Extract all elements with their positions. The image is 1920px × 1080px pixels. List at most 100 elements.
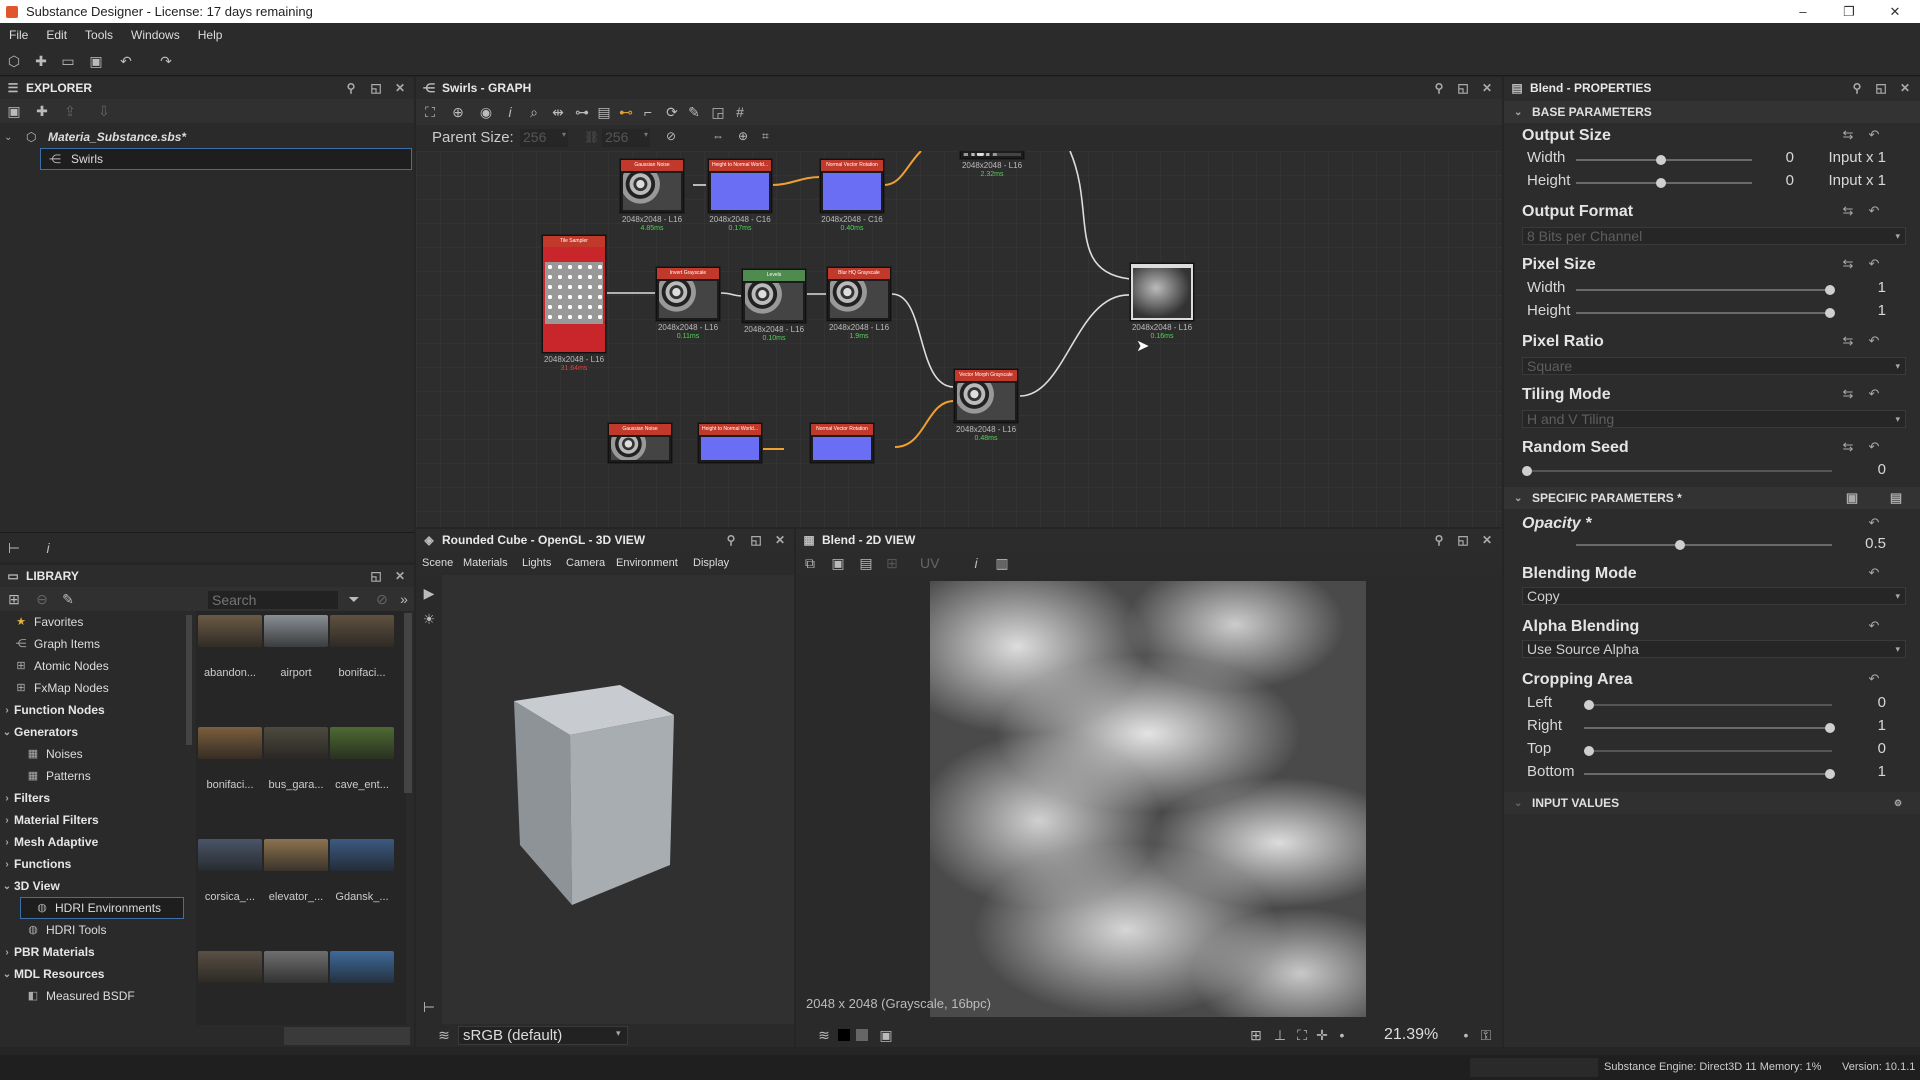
reset-icon[interactable]: ↶ bbox=[1866, 565, 1882, 581]
opacity-knob[interactable] bbox=[1675, 540, 1685, 550]
zoom-level[interactable]: 21.39% bbox=[1384, 1026, 1438, 1044]
close-icon[interactable]: ✕ bbox=[1480, 81, 1494, 95]
menu-windows[interactable]: Windows bbox=[122, 28, 189, 42]
new-graph-icon[interactable]: ✚ bbox=[34, 103, 50, 119]
collapse-arrow-icon[interactable]: ⌄ bbox=[0, 881, 14, 892]
inherit-icon[interactable]: ⇆ bbox=[1840, 127, 1856, 143]
output-height-value[interactable]: 0 bbox=[1774, 172, 1794, 189]
close-icon[interactable]: ✕ bbox=[773, 533, 787, 547]
collapse-arrow-icon[interactable]: ⌄ bbox=[0, 727, 14, 738]
inherit-icon[interactable]: ⇆ bbox=[1840, 386, 1856, 402]
remove-icon[interactable]: ⊖ bbox=[34, 591, 50, 607]
reset-icon[interactable]: ↶ bbox=[1866, 203, 1882, 219]
library-category-pbr-materials[interactable]: › PBR Materials bbox=[0, 941, 190, 963]
hdri-thumbnail[interactable] bbox=[198, 727, 262, 759]
tiling-mode-select[interactable]: H and V Tiling ▾ bbox=[1522, 410, 1906, 428]
orthogonal-link-icon[interactable]: ⌐ bbox=[640, 104, 656, 120]
expand-arrow-icon[interactable]: › bbox=[0, 815, 14, 826]
link-icon[interactable]: ⛓ bbox=[584, 130, 599, 144]
expand-arrow-icon[interactable]: › bbox=[0, 705, 14, 716]
pixel-width-slider[interactable] bbox=[1576, 289, 1832, 291]
graph-node[interactable]: Invert Grayscale bbox=[656, 267, 720, 321]
info-icon[interactable]: i bbox=[40, 540, 56, 556]
opacity-slider[interactable] bbox=[1576, 544, 1832, 546]
hdri-thumbnail[interactable] bbox=[264, 839, 328, 871]
pan-icon[interactable]: ✛ bbox=[1314, 1027, 1330, 1043]
graph-node[interactable]: Tile Sampler bbox=[542, 235, 606, 353]
library-category-measured-bsdf[interactable]: ◧ Measured BSDF bbox=[0, 985, 190, 1007]
reset-icon[interactable]: ⊘ bbox=[666, 129, 676, 143]
crop-left-slider[interactable] bbox=[1584, 704, 1832, 706]
graph-node[interactable] bbox=[960, 151, 1024, 159]
close-icon[interactable]: ✕ bbox=[393, 81, 407, 95]
reset-icon[interactable]: ↶ bbox=[1866, 439, 1882, 455]
link-style-icon[interactable]: ⊷ bbox=[618, 104, 634, 120]
pixel-width-value[interactable]: 1 bbox=[1850, 279, 1886, 296]
library-category-hdri-tools[interactable]: ◍ HDRI Tools bbox=[0, 919, 190, 941]
graph-node[interactable]: Blur HQ Grayscale bbox=[827, 267, 891, 321]
add-folder-icon[interactable]: ⊞ bbox=[6, 591, 22, 607]
pixel-height-slider[interactable] bbox=[1576, 312, 1832, 314]
crop-right-knob[interactable] bbox=[1825, 723, 1835, 733]
colorspace-select[interactable]: sRGB (default) bbox=[458, 1026, 628, 1045]
pixel-height-value[interactable]: 1 bbox=[1850, 302, 1886, 319]
new-graph-icon[interactable]: ✚ bbox=[33, 53, 49, 69]
edit-icon[interactable]: ✎ bbox=[60, 591, 76, 607]
save-image-icon[interactable]: ▣ bbox=[830, 555, 846, 571]
preset-icon[interactable]: ▣ bbox=[1844, 490, 1860, 506]
crop-top-slider[interactable] bbox=[1584, 750, 1832, 752]
uv-toggle[interactable]: UV bbox=[920, 555, 939, 571]
hdri-thumbnail[interactable] bbox=[330, 727, 394, 759]
library-category-3d-view[interactable]: ⌄ 3D View bbox=[0, 875, 190, 897]
random-seed-slider[interactable] bbox=[1522, 470, 1832, 472]
histogram-icon[interactable]: ▥ bbox=[994, 555, 1010, 571]
pin-icon[interactable]: ⚲ bbox=[724, 533, 738, 547]
import-icon[interactable]: ⇪ bbox=[62, 103, 78, 119]
frame-selected-icon[interactable]: ⊕ bbox=[450, 104, 466, 120]
refresh-icon[interactable]: ⟳ bbox=[664, 104, 680, 120]
library-category-generators[interactable]: ⌄ Generators bbox=[0, 721, 190, 743]
output-height-mode[interactable]: Input x 1 bbox=[1810, 172, 1886, 189]
library-category-material-filters[interactable]: › Material Filters bbox=[0, 809, 190, 831]
specific-parameters-section[interactable]: ⌄ SPECIFIC PARAMETERS * ▣ ▤ bbox=[1504, 487, 1920, 509]
expand-arrow-icon[interactable]: › bbox=[0, 793, 14, 804]
light-icon[interactable]: ☀ bbox=[421, 611, 437, 627]
graph-canvas[interactable]: Gaussian Noise 2048x2048 - L16 4.85ms Heigh… bbox=[416, 151, 1502, 527]
close-icon[interactable]: ✕ bbox=[1480, 533, 1494, 547]
frame-icon[interactable]: ◲ bbox=[710, 104, 726, 120]
maximize-button[interactable]: ❐ bbox=[1826, 0, 1872, 23]
float-icon[interactable]: ◱ bbox=[369, 569, 383, 583]
library-category-mdl-resources[interactable]: ⌄ MDL Resources bbox=[0, 963, 190, 985]
hdri-thumbnail[interactable] bbox=[264, 615, 328, 647]
crop-left-knob[interactable] bbox=[1584, 700, 1594, 710]
parent-size-height[interactable]: 256 bbox=[602, 129, 650, 147]
hdri-thumbnail[interactable] bbox=[330, 615, 394, 647]
reset-icon[interactable]: ↶ bbox=[1866, 618, 1882, 634]
clipboard-icon[interactable]: ▤ bbox=[858, 555, 874, 571]
reset-icon[interactable]: ↶ bbox=[1866, 386, 1882, 402]
new-package-icon[interactable]: ⬡ bbox=[6, 53, 22, 69]
snapshot-icon[interactable]: ◉ bbox=[478, 104, 494, 120]
comment-icon[interactable]: ▤ bbox=[596, 104, 612, 120]
pixel-height-knob[interactable] bbox=[1825, 308, 1835, 318]
checker-bg-icon[interactable]: ▣ bbox=[878, 1027, 894, 1043]
menu-edit[interactable]: Edit bbox=[37, 28, 76, 42]
grid-icon[interactable]: # bbox=[732, 104, 748, 120]
view3d-menu-materials[interactable]: Materials bbox=[463, 551, 508, 575]
output-width-knob[interactable] bbox=[1656, 155, 1666, 165]
graph-node[interactable]: Gaussian Noise bbox=[608, 423, 672, 463]
collapse-arrow-icon[interactable]: ⌄ bbox=[1514, 493, 1526, 504]
crop-top-knob[interactable] bbox=[1584, 746, 1594, 756]
tree-icon[interactable]: ⊢ bbox=[421, 999, 437, 1015]
reset-icon[interactable]: ↶ bbox=[1866, 671, 1882, 687]
camera-icon[interactable]: ▶ bbox=[421, 585, 437, 601]
redo-icon[interactable]: ↷ bbox=[158, 53, 174, 69]
hdri-thumbnail[interactable] bbox=[264, 951, 328, 983]
align-icon[interactable]: ⇹ bbox=[550, 104, 566, 120]
crop-top-value[interactable]: 0 bbox=[1850, 740, 1886, 757]
library-category-patterns[interactable]: ▦ Patterns bbox=[0, 765, 190, 787]
black-bg-swatch[interactable] bbox=[838, 1029, 850, 1041]
pin-node-icon[interactable]: ⊕ bbox=[738, 129, 748, 143]
hdri-thumbnail[interactable] bbox=[264, 727, 328, 759]
layers-icon[interactable]: ≋ bbox=[436, 1027, 452, 1043]
